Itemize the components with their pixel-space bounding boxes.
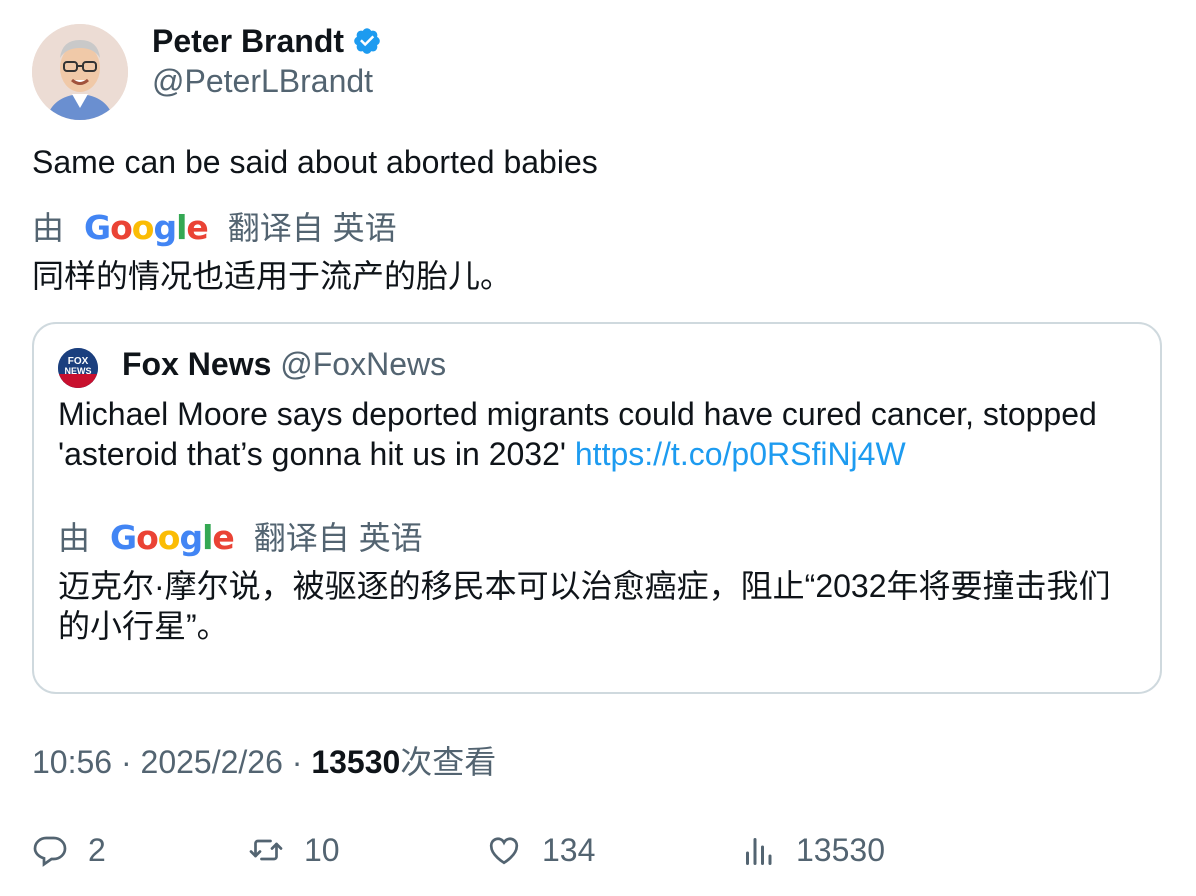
tweet-time[interactable]: 10:56 xyxy=(32,744,112,780)
quoted-author-handle: @FoxNews xyxy=(280,346,447,382)
retweet-button[interactable]: 10 xyxy=(248,830,340,870)
quoted-author-avatar[interactable]: FOX NEWS xyxy=(58,348,98,388)
retweet-icon xyxy=(249,839,283,861)
like-count: 134 xyxy=(542,832,596,868)
quoted-translation-line1: 迈克尔·摩尔说，被驱逐的移民本可以治愈癌症，阻止“2032年将要撞击我们 xyxy=(58,568,1111,604)
quoted-translate-by-label: 由 xyxy=(58,520,91,556)
views-label: 次查看 xyxy=(400,744,497,780)
quoted-tweet-card[interactable]: FOX NEWS Fox News @FoxNews Michael Moore… xyxy=(32,322,1162,694)
tweet-text: Same can be said about aborted babies xyxy=(32,144,598,180)
author-avatar[interactable] xyxy=(32,24,128,120)
verified-badge-icon xyxy=(354,28,380,54)
quoted-text-line1: Michael Moore says deported migrants cou… xyxy=(58,396,1097,432)
tweet-meta: 10:56 · 2025/2/26 · 13530次查看 xyxy=(32,742,496,782)
reply-button[interactable]: 2 xyxy=(32,830,106,870)
heart-icon xyxy=(489,837,519,865)
meta-separator-2: · xyxy=(291,744,303,780)
translate-by-label: 由 xyxy=(32,210,65,246)
tweet-date[interactable]: 2025/2/26 xyxy=(141,744,283,780)
author-handle[interactable]: @PeterLBrandt xyxy=(152,62,373,100)
quoted-translate-from-label: 翻译自 英语 xyxy=(253,520,423,556)
translate-from-label: 翻译自 英语 xyxy=(227,210,397,246)
meta-separator: · xyxy=(120,744,132,780)
google-logo: Google xyxy=(84,208,209,247)
retweet-count: 10 xyxy=(304,832,340,868)
author-name[interactable]: Peter Brandt xyxy=(152,22,344,60)
reply-count: 2 xyxy=(88,832,106,868)
author-name-row[interactable]: Peter Brandt xyxy=(152,22,382,60)
quoted-text-line2-row: 'asteroid that’s gonna hit us in 2032' h… xyxy=(58,434,1138,474)
views-count: 13530 xyxy=(311,744,401,780)
quoted-link[interactable]: https://t.co/p0RSfiNj4W xyxy=(575,436,906,472)
quoted-translation-line2: 的小行星”。 xyxy=(58,608,229,644)
analytics-icon xyxy=(746,838,772,865)
svg-text:NEWS: NEWS xyxy=(65,366,92,376)
quoted-translation-attribution: 由 Google 翻译自 英语 xyxy=(58,518,423,558)
translation-attribution: 由 Google 翻译自 英语 xyxy=(32,208,397,248)
quoted-author-name: Fox News xyxy=(122,346,272,382)
like-button[interactable]: 134 xyxy=(486,830,595,870)
quoted-tweet-text: Michael Moore says deported migrants cou… xyxy=(58,394,1138,474)
quoted-text-line2: 'asteroid that’s gonna hit us in 2032' xyxy=(58,436,566,472)
quoted-google-logo: Google xyxy=(110,518,235,557)
reply-icon xyxy=(33,836,67,867)
views-button[interactable]: 13530 xyxy=(740,830,885,870)
views-action-count: 13530 xyxy=(796,832,885,868)
tweet-translation: 同样的情况也适用于流产的胎儿。 xyxy=(32,258,513,294)
quoted-translation: 迈克尔·摩尔说，被驱逐的移民本可以治愈癌症，阻止“2032年将要撞击我们 的小行… xyxy=(58,566,1111,646)
quoted-author-row: Fox News @FoxNews xyxy=(122,344,446,384)
